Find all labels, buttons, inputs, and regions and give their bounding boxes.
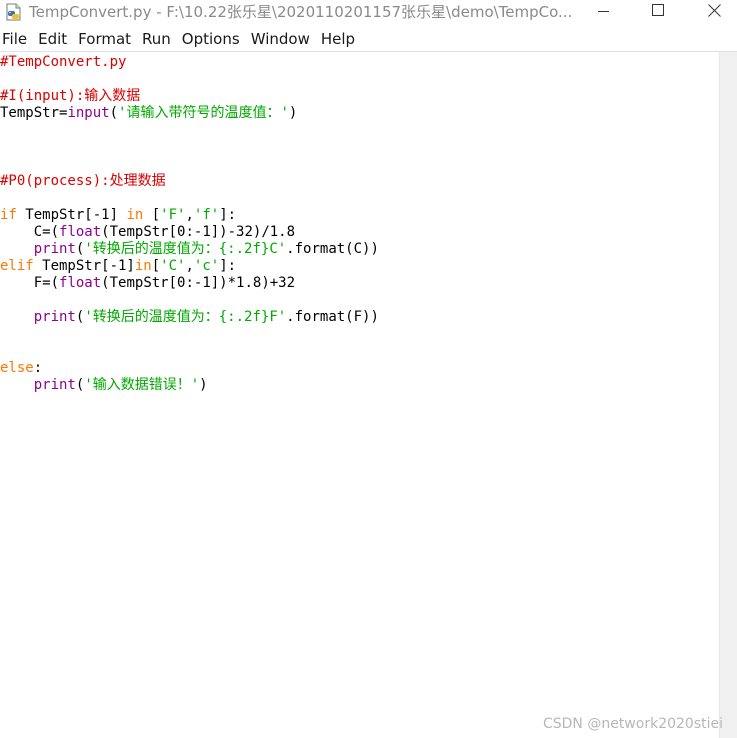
code-line[interactable]: C=(float(TempStr[0:-1])-32)/1.8: [0, 224, 379, 241]
code-token-keyword: in: [126, 207, 144, 223]
code-token-keyword: else: [0, 360, 34, 376]
code-line[interactable]: [0, 292, 379, 309]
code-line[interactable]: #P0(process):处理数据: [0, 173, 379, 190]
code-line[interactable]: [0, 190, 379, 207]
window-title: TempConvert.py - F:\10.22张乐星\20201102011…: [29, 3, 573, 21]
code-token-string: 'C': [160, 258, 186, 274]
code-token-string: '输入数据错误！': [84, 377, 200, 393]
code-line[interactable]: [0, 326, 379, 343]
code-token-string: '请输入带符号的温度值：': [118, 105, 289, 121]
code-area[interactable]: #TempConvert.py #I(input):输入数据 TempStr=in…: [0, 54, 379, 394]
menu-help[interactable]: Help: [320, 27, 362, 51]
code-line[interactable]: print('输入数据错误！'): [0, 377, 379, 394]
code-token-string: 'F': [160, 207, 186, 223]
code-token-builtin: input: [67, 105, 110, 121]
menu-edit[interactable]: Edit: [37, 27, 74, 51]
code-line[interactable]: elif TempStr[-1]in['C','c']:: [0, 258, 379, 275]
code-token-string: 'c': [193, 258, 220, 274]
code-token-plain: C=(: [0, 224, 60, 240]
code-line[interactable]: [0, 139, 379, 156]
code-line[interactable]: #TempConvert.py: [0, 54, 379, 71]
code-token-plain: (TempStr[0:-1])*1.8)+32: [101, 275, 296, 291]
code-token-plain: .format(C)): [286, 241, 379, 257]
watermark: CSDN @network2020stiei: [542, 716, 723, 732]
close-button[interactable]: [691, 0, 737, 26]
code-token-keyword: elif: [0, 258, 34, 274]
code-token-plain: (: [109, 105, 119, 121]
menu-bar: File Edit Format Run Options Window Help: [0, 27, 737, 52]
code-editor[interactable]: #TempConvert.py #I(input):输入数据 TempStr=in…: [0, 52, 720, 738]
code-line[interactable]: [0, 71, 379, 88]
menu-options[interactable]: Options: [181, 27, 247, 51]
code-line[interactable]: TempStr=input('请输入带符号的温度值：'): [0, 105, 379, 122]
code-token-keyword: if: [0, 207, 17, 223]
code-token-string: '转换后的温度值为：{:.2f}F': [84, 309, 287, 325]
menu-file[interactable]: File: [1, 27, 34, 51]
code-token-plain: [: [143, 207, 161, 223]
code-line[interactable]: if TempStr[-1] in ['F','f']:: [0, 207, 379, 224]
code-line[interactable]: [0, 156, 379, 173]
code-token-plain: [: [151, 258, 161, 274]
menu-window[interactable]: Window: [250, 27, 317, 51]
code-line[interactable]: [0, 343, 379, 360]
code-token-string: 'f': [193, 207, 220, 223]
menu-run[interactable]: Run: [141, 27, 178, 51]
code-token-plain: F=(: [0, 275, 60, 291]
code-line[interactable]: F=(float(TempStr[0:-1])*1.8)+32: [0, 275, 379, 292]
code-token-plain: ,: [185, 207, 194, 223]
menu-format[interactable]: Format: [77, 27, 138, 51]
code-token-comment: #P0(process):处理数据: [0, 173, 166, 189]
code-token-plain: (TempStr[0:-1])-32)/1.8: [101, 224, 296, 240]
code-token-string: '转换后的温度值为：{:.2f}C': [84, 241, 287, 257]
code-token-plain: .format(F)): [286, 309, 379, 325]
minimize-icon: [598, 11, 609, 12]
code-token-comment: #I(input):输入数据: [0, 88, 141, 104]
maximize-icon: [652, 4, 664, 16]
vertical-scrollbar[interactable]: [719, 52, 737, 738]
code-token-builtin: float: [59, 224, 102, 240]
close-icon: [708, 4, 721, 17]
code-token-keyword: in: [134, 258, 152, 274]
code-token-plain: :: [33, 360, 43, 376]
code-token-builtin: print: [33, 309, 76, 325]
python-file-icon: [4, 2, 24, 22]
minimize-button[interactable]: [581, 0, 627, 26]
code-token-plain: TempStr[-1]: [33, 258, 135, 274]
code-line[interactable]: [0, 122, 379, 139]
code-token-plain: ]:: [219, 258, 237, 274]
code-token-plain: TempStr[-1]: [16, 207, 127, 223]
code-token-plain: ): [288, 105, 298, 121]
code-token-comment: #TempConvert.py: [0, 54, 127, 70]
code-token-plain: ]:: [219, 207, 237, 223]
code-token-builtin: float: [59, 275, 102, 291]
code-line[interactable]: print('转换后的温度值为：{:.2f}F'.format(F)): [0, 309, 379, 326]
code-token-builtin: print: [33, 377, 76, 393]
title-bar[interactable]: TempConvert.py - F:\10.22张乐星\20201102011…: [0, 0, 737, 26]
code-token-plain: ): [199, 377, 208, 393]
code-token-plain: ,: [185, 258, 194, 274]
maximize-button[interactable]: [635, 0, 681, 26]
code-line[interactable]: #I(input):输入数据: [0, 88, 379, 105]
code-token-builtin: print: [33, 241, 76, 257]
code-token-plain: TempStr=: [0, 105, 68, 121]
code-line[interactable]: print('转换后的温度值为：{:.2f}C'.format(C)): [0, 241, 379, 258]
code-line[interactable]: else:: [0, 360, 379, 377]
